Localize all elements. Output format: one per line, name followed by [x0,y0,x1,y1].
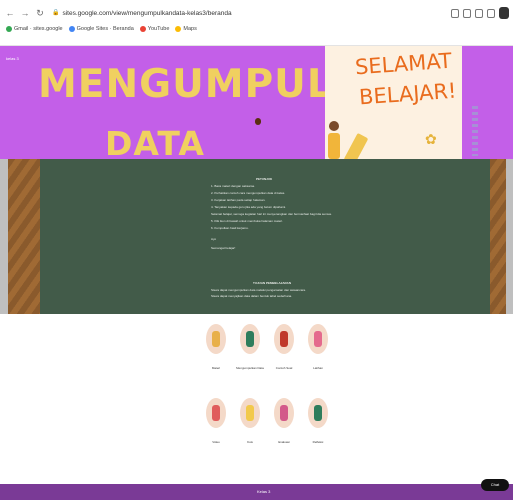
chalkboard-section: PETUNJUK 1. Baca materi dengan saksama. … [0,159,513,314]
menu-row-bottom: Video Kuis Evaluasi Refleksi [205,398,329,444]
bookmark-item[interactable]: Google Sites · Beranda [68,26,134,32]
menu-row-top: Materi Mengumpulkan Data Contoh Soal Lat… [205,324,329,370]
reload-icon[interactable]: ↻ [34,7,46,19]
menu-item-evaluasi[interactable]: Evaluasi [273,398,295,444]
menu-item-materi[interactable]: Materi [205,324,227,370]
board-line: 1. Baca materi dengan saksama. [211,184,255,188]
bookmark-item[interactable]: Maps [175,26,197,32]
pencil-icon[interactable] [308,324,328,354]
profile-avatar[interactable] [499,7,509,19]
reflection-icon[interactable] [308,398,328,428]
board-frame-left [8,159,40,314]
address-bar[interactable]: 🔒 sites.google.com/view/mengumpulkandata… [49,7,365,20]
arrow-left-icon[interactable]: ← [4,7,16,19]
menu-item-video[interactable]: Video [205,398,227,444]
chat-button[interactable]: Chat [481,479,509,491]
board-line: Selamat belajar, semoga kegiatan hari in… [211,212,332,216]
board-line: 4. Tanyakan kepada guru jika ada yang be… [211,205,286,209]
video-icon[interactable] [206,398,226,428]
board-line: Ayo [211,237,217,241]
hero-edge-panel [462,46,513,159]
menu-item-mengumpulkan-data[interactable]: Mengumpulkan Data [236,324,264,370]
bookmark-item[interactable]: Gmail · sites.google [6,26,63,32]
quiz-icon[interactable] [240,398,260,428]
board-line: 6. Kumpulkan hasil kerjamu. [211,226,249,230]
menu-item-refleksi[interactable]: Refleksi [307,398,329,444]
ladybug-icon [255,118,261,125]
lock-icon: 🔒 [52,9,60,16]
youtube-icon [139,26,146,32]
maps-icon [175,26,182,32]
footer-text: Kelas 3 [257,489,271,494]
bookmark-item[interactable]: YouTube [139,26,169,32]
browser-chrome: ← → ↻ 🔒 sites.google.com/view/mengumpulk… [0,0,513,46]
board-line: Semangat belajar! [211,246,236,250]
board-line: 3. Kerjakan latihan pada setiap halaman. [211,198,266,202]
board-line: 5. Klik ikon di bawah untuk membuka hala… [211,219,283,223]
bookmarks-bar: Gmail · sites.google Google Sites · Bera… [6,26,197,32]
browser-toolbar: ← → ↻ 🔒 sites.google.com/view/mengumpulk… [4,6,509,20]
board-heading: PETUNJUK [256,177,273,181]
board-frame-right [490,159,506,314]
clipboard-icon[interactable] [240,324,260,354]
student-illustration [328,121,340,159]
bookmark-favicon [68,26,75,32]
hero-banner: kelas 3 MENGUMPULKAN DATA SELAMAT BELAJA… [0,46,513,159]
student-icon[interactable] [274,324,294,354]
menu-item-contoh-soal[interactable]: Contoh Soal [273,324,295,370]
board-line: 2. Perhatikan contoh cara mengumpulkan d… [211,191,286,195]
hero-title-line2: DATA [105,124,205,159]
star-icon[interactable] [463,8,471,18]
sidebar-icon[interactable] [487,8,495,18]
bookmark-favicon [6,26,12,32]
site-logo[interactable]: kelas 3 [6,56,19,61]
page-footer: Kelas 3 [0,484,513,500]
board-subline: Siswa dapat menyajikan data dalam bentuk… [211,294,293,298]
url-text: sites.google.com/view/mengumpulkandata-k… [62,9,232,17]
menu-item-kuis[interactable]: Kuis [239,398,261,444]
board-subheading: TUJUAN PEMBELAJARAN [253,281,292,285]
share-icon[interactable] [451,8,459,18]
ruler-icon [472,106,478,156]
extension-icon[interactable] [475,8,483,18]
book-icon[interactable] [206,324,226,354]
checklist-icon[interactable] [274,398,294,428]
board-subline: Siswa dapat mengumpulkan data melalui pe… [211,288,306,292]
toolbar-right [451,7,509,19]
flower-icon: ✿ [425,131,437,147]
menu-item-latihan[interactable]: Latihan [307,324,329,370]
arrow-right-icon[interactable]: → [19,7,31,19]
